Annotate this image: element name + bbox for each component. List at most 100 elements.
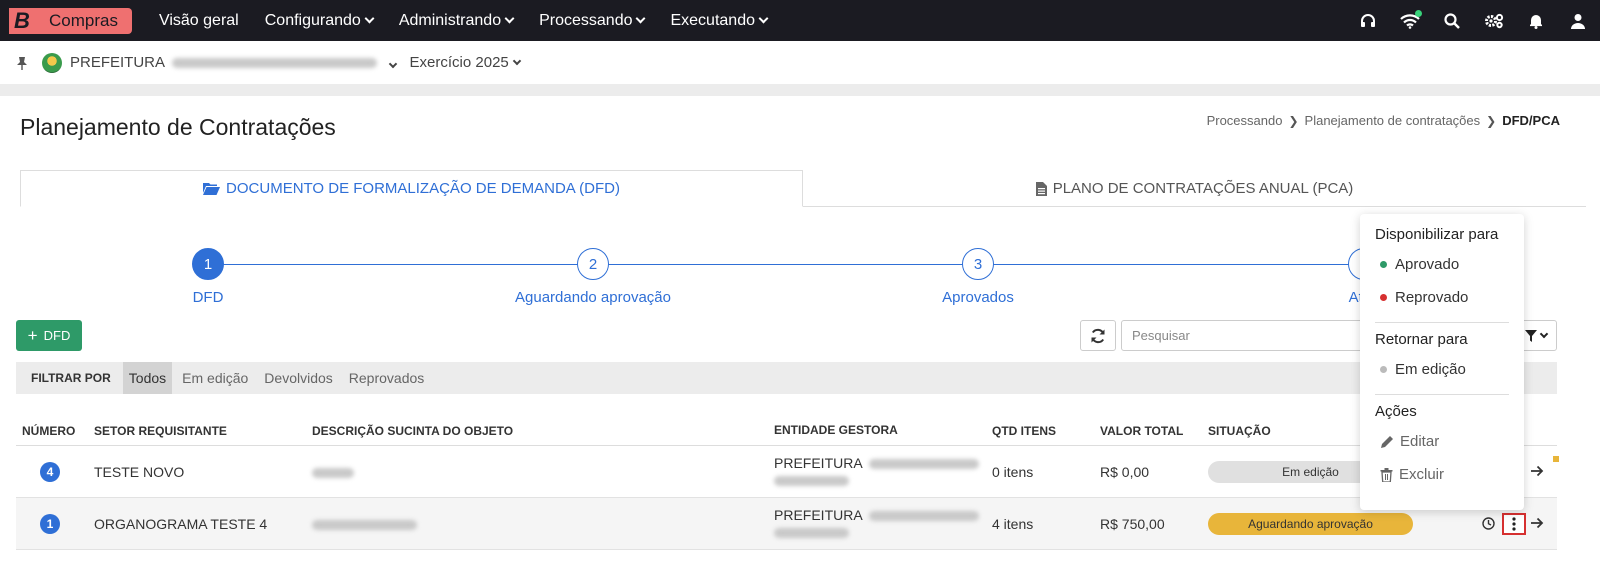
menu-item-label: Em edição (1395, 361, 1466, 378)
user-icon[interactable] (1568, 11, 1588, 31)
arrow-right-icon[interactable] (1529, 515, 1545, 531)
exercise-label: Exercício 2025 (409, 54, 509, 71)
nav-configurando[interactable]: Configurando (264, 11, 375, 30)
filter-bar: FILTRAR POR Todos Em edição Devolvidos R… (16, 362, 1557, 394)
step-aguardando[interactable]: 2 Aguardando aprovação (493, 246, 693, 306)
app-brand[interactable]: B Compras (9, 7, 132, 34)
filter-chip-reprovados[interactable]: Reprovados (343, 362, 431, 394)
menu-item-excluir[interactable]: Excluir (1360, 458, 1524, 491)
tab-pca[interactable]: PLANO DE CONTRATAÇÕES ANUAL (PCA) (803, 170, 1586, 207)
settings-icon[interactable] (1484, 11, 1504, 31)
filter-chip-em-edicao[interactable]: Em edição (176, 362, 254, 394)
pencil-icon (1381, 435, 1393, 448)
entity-prefix: PREFEITURA (774, 506, 862, 523)
arrow-right-icon[interactable] (1529, 463, 1545, 479)
wifi-icon[interactable] (1400, 9, 1422, 31)
menu-item-reprovado[interactable]: Reprovado (1360, 281, 1524, 314)
step-dfd[interactable]: 1 DFD (108, 246, 308, 306)
table-row[interactable]: 1 ORGANOGRAMA TESTE 4 PREFEITURA 4 itens… (16, 498, 1557, 550)
cell-entidade: PREFEITURA (768, 455, 986, 489)
chevron-right-icon: ❯ (1486, 113, 1497, 128)
step-label: Aprovados (942, 289, 1014, 306)
redacted-text (312, 467, 354, 478)
search-icon[interactable] (1442, 11, 1462, 31)
breadcrumb-item[interactable]: Processando (1207, 113, 1283, 128)
number-badge: 4 (40, 461, 60, 482)
brand-name: Compras (49, 10, 118, 30)
menu-item-em-edicao[interactable]: Em edição (1360, 353, 1524, 386)
kebab-menu-icon (1512, 517, 1516, 531)
nav-processando[interactable]: Processando (539, 11, 646, 30)
column-header[interactable]: DESCRIÇÃO SUCINTA DO OBJETO (306, 424, 768, 438)
column-header[interactable]: NÚMERO (16, 424, 88, 438)
menu-item-label: Excluir (1399, 466, 1445, 483)
organization-name[interactable]: PREFEITURA (70, 54, 397, 71)
menu-divider (1375, 322, 1509, 323)
file-icon (1035, 181, 1047, 196)
filter-chip-todos[interactable]: Todos (122, 362, 173, 394)
step-aprovados[interactable]: 3 Aprovados (878, 246, 1078, 306)
chevron-down-icon (504, 13, 515, 24)
context-bar: PREFEITURA Exercício 2025 (0, 41, 1600, 84)
nav-label: Executando (670, 11, 755, 29)
column-header[interactable]: VALOR TOTAL (1094, 424, 1202, 438)
dfd-table: NÚMERO SETOR REQUISITANTE DESCRIÇÃO SUCI… (16, 416, 1559, 550)
cell-qtd: 4 itens (992, 515, 1034, 532)
menu-item-editar[interactable]: Editar (1360, 425, 1524, 458)
row-actions-menu-button[interactable] (1502, 513, 1526, 535)
top-navbar: B Compras Visão geral Configurando Admin… (0, 0, 1600, 41)
tabs: DOCUMENTO DE FORMALIZAÇÃO DE DEMANDA (DF… (20, 170, 1586, 207)
cell-situacao: Aguardando aprovação (1202, 512, 1462, 535)
nav-executando[interactable]: Executando (670, 11, 769, 30)
add-button-label: DFD (43, 328, 71, 343)
refresh-button[interactable] (1080, 320, 1116, 351)
column-header[interactable]: QTD ITENS (986, 424, 1094, 438)
organization-prefix: PREFEITURA (70, 54, 165, 71)
step-label: Aguardando aprovação (515, 289, 671, 306)
cell-entidade: PREFEITURA (768, 507, 986, 541)
pin-icon[interactable] (16, 56, 28, 70)
cell-descricao (306, 464, 768, 480)
filter-chip-devolvidos[interactable]: Devolvidos (258, 362, 338, 394)
menu-item-label: Reprovado (1395, 289, 1469, 306)
row-actions-dropdown: Disponibilizar para Aprovado Reprovado R… (1360, 214, 1524, 510)
menu-item-aprovado[interactable]: Aprovado (1360, 248, 1524, 281)
exercise-selector[interactable]: Exercício 2025 (409, 54, 522, 71)
nav-administrando[interactable]: Administrando (399, 12, 515, 30)
menu-section-header: Ações (1375, 403, 1417, 420)
cell-valor: R$ 750,00 (1100, 515, 1165, 532)
tab-dfd[interactable]: DOCUMENTO DE FORMALIZAÇÃO DE DEMANDA (DF… (20, 170, 803, 207)
redacted-text (868, 458, 979, 469)
chevron-down-icon (636, 13, 646, 24)
nav-label: Configurando (264, 11, 361, 29)
page-title: Planejamento de Contratações (20, 114, 336, 140)
cell-setor: TESTE NOVO (94, 463, 185, 480)
pending-marker (1553, 456, 1559, 462)
nav-visao-geral[interactable]: Visão geral (159, 12, 239, 30)
filter-label: FILTRAR POR (31, 371, 111, 385)
funnel-icon (1525, 329, 1537, 342)
folder-open-icon (203, 183, 221, 195)
column-header[interactable]: SETOR REQUISITANTE (88, 424, 306, 438)
column-header[interactable]: ENTIDADE GESTORA (768, 422, 986, 439)
nav-label: Processando (539, 11, 633, 29)
cell-numero: 4 (16, 461, 88, 482)
history-icon[interactable] (1482, 517, 1495, 530)
breadcrumb-item[interactable]: Planejamento de contratações (1305, 113, 1481, 128)
menu-divider (1375, 394, 1509, 395)
status-badge: Aguardando aprovação (1208, 512, 1413, 535)
cell-setor: ORGANOGRAMA TESTE 4 (94, 515, 268, 532)
red-dot-icon (1380, 294, 1387, 301)
table-row[interactable]: 4 TESTE NOVO PREFEITURA 0 itens R$ 0,00 … (16, 446, 1559, 498)
plus-icon: + (27, 325, 38, 345)
main-nav: Visão geral Configurando Administrando P… (159, 12, 793, 30)
breadcrumb: Processando ❯ Planejamento de contrataçõ… (1207, 113, 1560, 128)
chevron-right-icon: ❯ (1288, 113, 1299, 128)
add-dfd-button[interactable]: + DFD (16, 320, 82, 351)
top-icons (1336, 0, 1588, 41)
cell-valor: R$ 0,00 (1100, 463, 1150, 480)
chevron-down-icon (1539, 329, 1549, 338)
gray-dot-icon (1380, 366, 1387, 373)
headset-icon[interactable] (1358, 11, 1378, 31)
bell-icon[interactable] (1526, 11, 1546, 31)
